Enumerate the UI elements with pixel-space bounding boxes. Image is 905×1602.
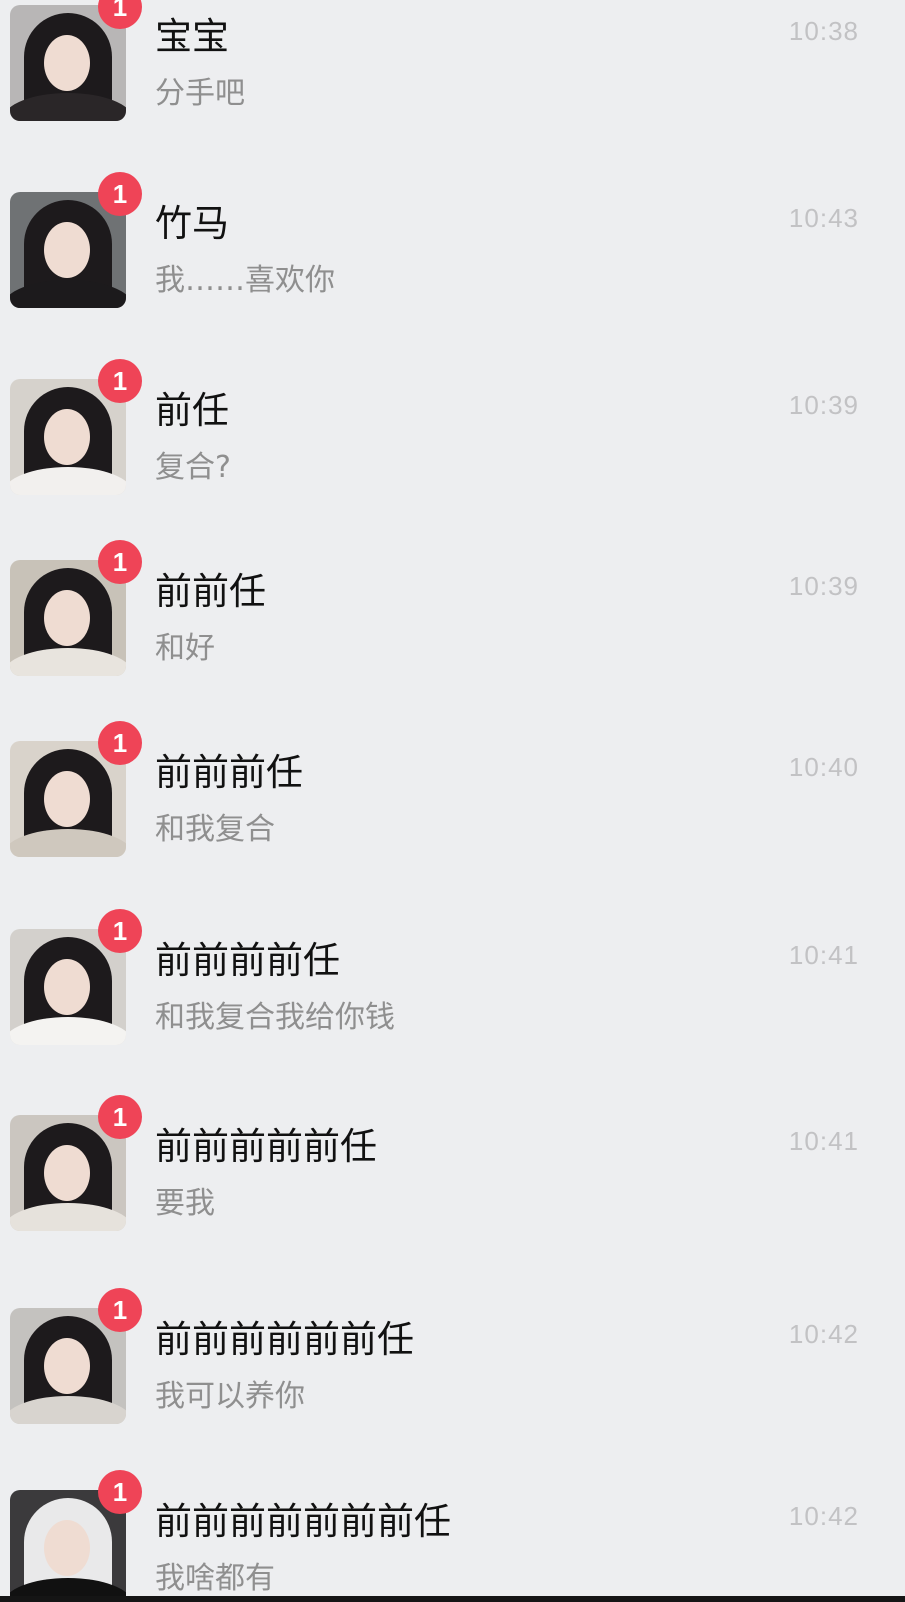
chat-item[interactable]: 1 宝宝 分手吧 10:38 (0, 0, 905, 190)
chat-time: 10:41 (788, 940, 859, 970)
chat-time: 10:39 (788, 571, 859, 601)
chat-item[interactable]: 1 前任 复合? 10:39 (0, 359, 905, 564)
chat-preview: 我啥都有 (155, 1561, 275, 1596)
chat-preview: 和我复合 (155, 812, 275, 847)
chat-preview: 我可以养你 (155, 1379, 305, 1414)
chat-name: 前前前前前任 (155, 1125, 377, 1168)
chat-name: 前前前前前前前任 (155, 1500, 451, 1543)
unread-badge: 1 (98, 1095, 142, 1139)
chat-name: 前前任 (155, 570, 266, 613)
chat-preview: 和我复合我给你钱 (155, 1000, 395, 1035)
chat-list: 1 宝宝 分手吧 10:38 1 竹马 我……喜欢你 10:43 1 前任 复合… (0, 0, 905, 1602)
unread-badge: 1 (98, 359, 142, 403)
chat-time: 10:39 (788, 390, 859, 420)
chat-item[interactable]: 1 前前前前任 和我复合我给你钱 10:41 (0, 909, 905, 1114)
chat-item[interactable]: 1 前前前前前前前任 我啥都有 10:42 (0, 1470, 905, 1602)
chat-item[interactable]: 1 前前任 和好 10:39 (0, 540, 905, 745)
bottom-edge (0, 1596, 905, 1602)
chat-preview: 要我 (155, 1186, 215, 1221)
unread-badge: 1 (98, 172, 142, 216)
chat-time: 10:42 (788, 1501, 859, 1531)
unread-badge: 1 (98, 540, 142, 584)
chat-time: 10:38 (788, 16, 859, 46)
chat-item[interactable]: 1 前前前前前任 要我 10:41 (0, 1095, 905, 1300)
chat-name: 前前前前前前任 (155, 1318, 414, 1361)
chat-preview: 分手吧 (155, 76, 245, 111)
chat-time: 10:42 (788, 1319, 859, 1349)
chat-name: 前前前任 (155, 751, 303, 794)
chat-preview: 我……喜欢你 (155, 263, 335, 298)
chat-name: 前任 (155, 389, 229, 432)
chat-time: 10:41 (788, 1126, 859, 1156)
unread-badge: 1 (98, 1288, 142, 1332)
chat-name: 竹马 (155, 202, 229, 245)
unread-badge: 1 (98, 909, 142, 953)
chat-item[interactable]: 1 前前前前前前任 我可以养你 10:42 (0, 1288, 905, 1493)
unread-badge: 1 (98, 1470, 142, 1514)
chat-name: 宝宝 (155, 15, 229, 58)
chat-name: 前前前前任 (155, 939, 340, 982)
chat-time: 10:40 (788, 752, 859, 782)
chat-item[interactable]: 1 竹马 我……喜欢你 10:43 (0, 172, 905, 377)
chat-preview: 和好 (155, 631, 215, 666)
unread-badge: 1 (98, 721, 142, 765)
chat-time: 10:43 (788, 203, 859, 233)
chat-item[interactable]: 1 前前前任 和我复合 10:40 (0, 721, 905, 926)
chat-preview: 复合? (155, 450, 231, 485)
